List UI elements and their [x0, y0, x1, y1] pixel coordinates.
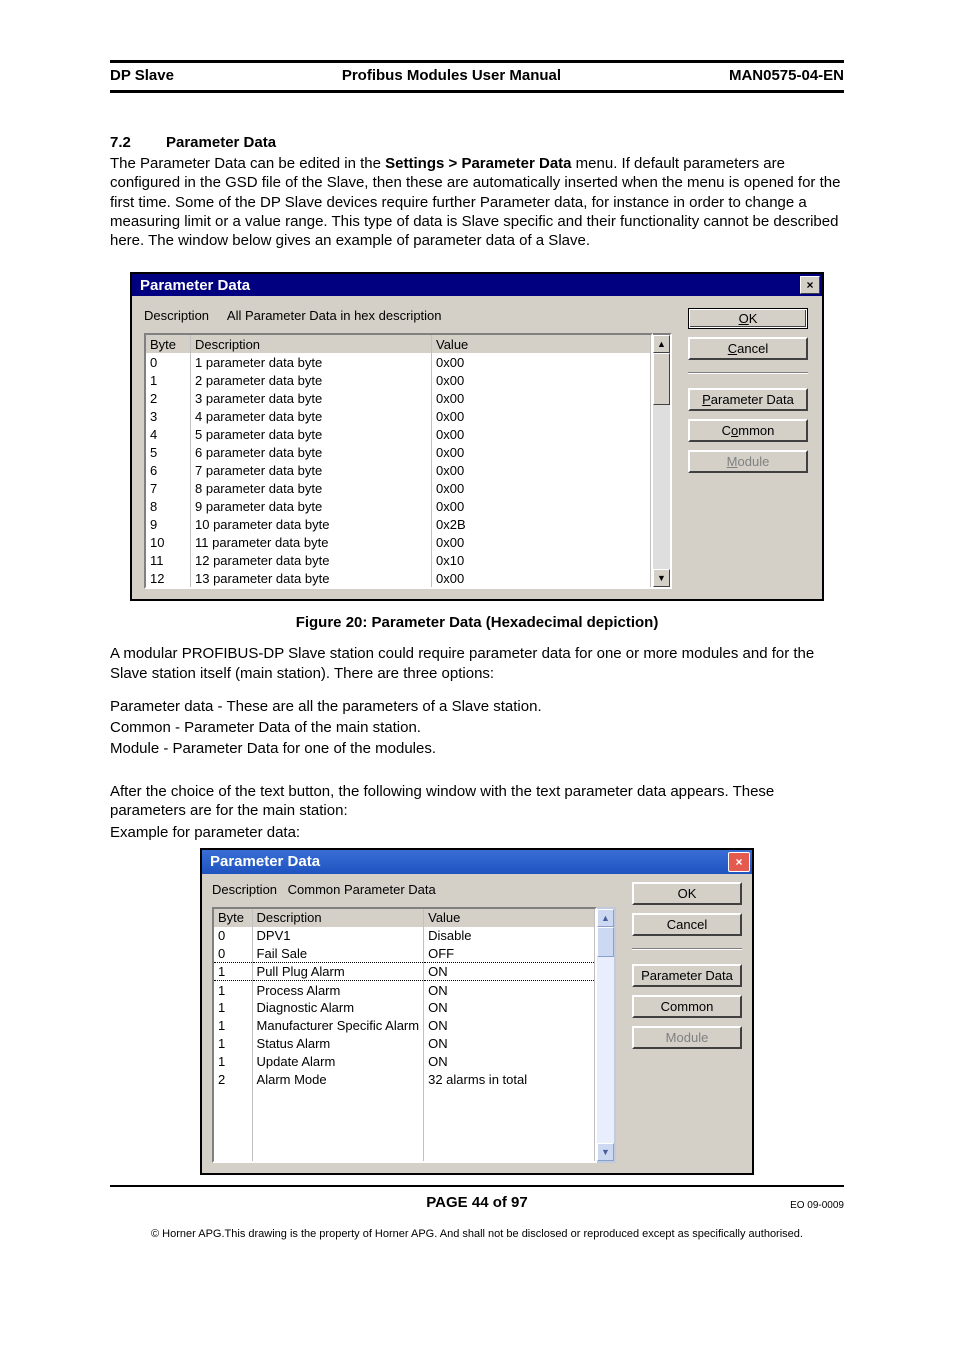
scroll-thumb[interactable]: [653, 353, 670, 405]
body-paragraph: Parameter data - These are all the param…: [110, 697, 844, 716]
module-button: Module: [688, 450, 808, 473]
close-icon[interactable]: ×: [800, 276, 820, 294]
copyright: © Horner APG.This drawing is the propert…: [110, 1227, 844, 1241]
table-row[interactable]: 1112 parameter data byte0x10: [146, 551, 651, 569]
table-row[interactable]: 34 parameter data byte0x00: [146, 407, 651, 425]
table-row[interactable]: 910 parameter data byte0x2B: [146, 515, 651, 533]
body-paragraph: After the choice of the text button, the…: [110, 782, 844, 820]
table-row[interactable]: 1011 parameter data byte0x00: [146, 533, 651, 551]
table-row[interactable]: 45 parameter data byte0x00: [146, 425, 651, 443]
table-row[interactable]: 1Status AlarmON: [214, 1035, 595, 1053]
scroll-up-icon[interactable]: ▲: [597, 909, 614, 927]
scroll-up-icon[interactable]: ▲: [653, 335, 670, 353]
table-row[interactable]: 0DPV1Disable: [214, 927, 595, 945]
module-button: Module: [632, 1026, 742, 1049]
cancel-button[interactable]: Cancel: [632, 913, 742, 936]
header-right: MAN0575-04-EN: [729, 67, 844, 84]
table-row: [214, 1107, 595, 1125]
table-row[interactable]: 1Diagnostic AlarmON: [214, 999, 595, 1017]
titlebar[interactable]: Parameter Data ×: [202, 850, 752, 874]
ok-button[interactable]: OK: [688, 308, 808, 329]
cancel-button[interactable]: Cancel: [688, 337, 808, 360]
figure-caption: Figure 20: Parameter Data (Hexadecimal d…: [110, 613, 844, 632]
table-row[interactable]: 1Process AlarmON: [214, 981, 595, 999]
table-row[interactable]: 0Fail SaleOFF: [214, 945, 595, 963]
scroll-down-icon[interactable]: ▼: [597, 1143, 614, 1161]
close-icon[interactable]: ×: [728, 852, 750, 872]
parameter-data-dialog-common: Parameter Data × Description Common Para…: [200, 848, 754, 1175]
col-value: Value: [432, 335, 651, 353]
scrollbar[interactable]: ▲ ▼: [653, 333, 672, 589]
table-row[interactable]: 1Manufacturer Specific AlarmON: [214, 1017, 595, 1035]
common-button[interactable]: Common: [632, 995, 742, 1018]
parameter-data-dialog-hex: Parameter Data × Description All Paramet…: [130, 272, 824, 601]
body-paragraph: Example for parameter data:: [110, 823, 844, 842]
description-row: Description All Parameter Data in hex de…: [144, 308, 672, 323]
dialog-title: Parameter Data: [140, 277, 250, 294]
page-header: DP Slave Profibus Modules User Manual MA…: [110, 63, 844, 90]
table-row[interactable]: 12 parameter data byte0x00: [146, 371, 651, 389]
description-row: Description Common Parameter Data: [212, 882, 616, 897]
col-byte: Byte: [146, 335, 191, 353]
table-row[interactable]: 67 parameter data byte0x00: [146, 461, 651, 479]
table-row: [214, 1089, 595, 1107]
table-row[interactable]: 78 parameter data byte0x00: [146, 479, 651, 497]
body-paragraph: Common - Parameter Data of the main stat…: [110, 718, 844, 737]
parameter-table[interactable]: Byte Description Value 0DPV1Disable0Fail…: [212, 907, 597, 1163]
scrollbar[interactable]: ▲ ▼: [597, 907, 616, 1163]
parameter-data-button[interactable]: Parameter Data: [632, 964, 742, 987]
ok-button[interactable]: OK: [632, 882, 742, 905]
common-button[interactable]: Common: [688, 419, 808, 442]
table-row[interactable]: 01 parameter data byte0x00: [146, 353, 651, 371]
table-row[interactable]: 1Update AlarmON: [214, 1053, 595, 1071]
table-row: [214, 1143, 595, 1161]
table-row[interactable]: 1213 parameter data byte0x00: [146, 569, 651, 587]
parameter-table[interactable]: Byte Description Value 01 parameter data…: [144, 333, 653, 589]
scroll-thumb[interactable]: [597, 927, 614, 957]
body-paragraph: A modular PROFIBUS-DP Slave station coul…: [110, 644, 844, 682]
header-left: DP Slave: [110, 67, 174, 84]
section-heading: 7.2Parameter Data: [110, 133, 844, 152]
col-byte: Byte: [214, 909, 252, 927]
col-desc: Description: [252, 909, 424, 927]
table-row[interactable]: 2Alarm Mode32 alarms in total: [214, 1071, 595, 1089]
header-center: Profibus Modules User Manual: [342, 67, 561, 84]
table-row[interactable]: 23 parameter data byte0x00: [146, 389, 651, 407]
col-desc: Description: [191, 335, 432, 353]
scroll-down-icon[interactable]: ▼: [653, 569, 670, 587]
table-row[interactable]: 89 parameter data byte0x00: [146, 497, 651, 515]
body-paragraph: The Parameter Data can be edited in the …: [110, 154, 844, 250]
body-paragraph: Module - Parameter Data for one of the m…: [110, 739, 844, 758]
titlebar[interactable]: Parameter Data ×: [132, 274, 822, 296]
table-row: [214, 1125, 595, 1143]
parameter-data-button[interactable]: Parameter Data: [688, 388, 808, 411]
table-row[interactable]: 56 parameter data byte0x00: [146, 443, 651, 461]
table-row[interactable]: 1Pull Plug AlarmON: [214, 963, 595, 981]
col-value: Value: [424, 909, 595, 927]
dialog-title: Parameter Data: [210, 853, 320, 870]
